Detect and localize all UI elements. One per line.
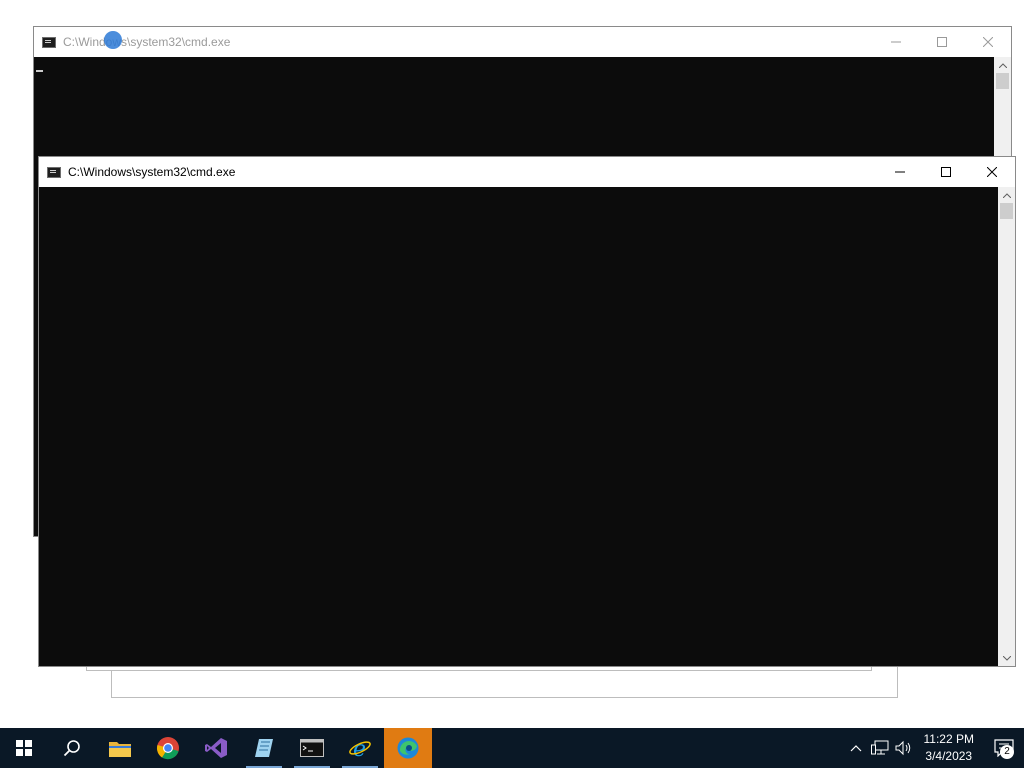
clock[interactable]: 11:22 PM 3/4/2023: [916, 731, 984, 765]
folder-icon: [109, 742, 131, 757]
chevron-down-icon: [1002, 655, 1011, 661]
cmd-icon: [300, 739, 324, 757]
window-title: C:\Windows\system32\cmd.exe: [68, 165, 236, 179]
minimize-button[interactable]: [877, 157, 923, 187]
taskbar: e 11:22 PM 3/4/2023 2: [0, 728, 1024, 768]
click-indicator: [104, 31, 122, 49]
window-title: C:\Windows\system32\cmd.exe: [63, 35, 231, 49]
text-cursor: [36, 70, 43, 72]
clock-date: 3/4/2023: [925, 749, 973, 763]
system-tray: 11:22 PM 3/4/2023 2: [844, 728, 1024, 768]
cmd-taskbar-button[interactable]: [288, 728, 336, 768]
windows-logo-icon: [16, 740, 32, 756]
file-explorer-button[interactable]: [96, 728, 144, 768]
edge-icon: [397, 737, 419, 759]
minimize-icon: [891, 41, 901, 43]
clock-time: 11:22 PM: [923, 732, 974, 746]
chrome-button[interactable]: [144, 728, 192, 768]
cmd-app-icon: [47, 166, 61, 178]
search-button[interactable]: [48, 728, 96, 768]
close-button[interactable]: [969, 157, 1015, 187]
minimize-button[interactable]: [873, 27, 919, 57]
ie-icon: e: [349, 737, 371, 760]
background-window-edge: [1011, 90, 1024, 130]
scroll-up-button[interactable]: [994, 57, 1011, 73]
notepad-icon: [255, 739, 273, 757]
cmd-app-icon: [42, 36, 56, 48]
action-center-button[interactable]: 2: [984, 728, 1024, 768]
scroll-down-button[interactable]: [998, 650, 1015, 666]
title-bar[interactable]: C:\Windows\system32\cmd.exe: [34, 27, 1011, 57]
minimize-icon: [895, 171, 905, 173]
maximize-button[interactable]: [919, 27, 965, 57]
network-button[interactable]: [868, 728, 892, 768]
start-button[interactable]: [0, 728, 48, 768]
scroll-thumb[interactable]: [996, 73, 1009, 89]
network-icon: [870, 740, 889, 755]
svg-text:e: e: [353, 737, 366, 760]
notepad-button[interactable]: [240, 728, 288, 768]
chevron-up-icon: [850, 745, 861, 752]
maximize-icon: [937, 37, 947, 47]
title-bar[interactable]: C:\Windows\system32\cmd.exe: [39, 157, 1015, 187]
chevron-up-icon: [1002, 192, 1011, 198]
internet-explorer-button[interactable]: e: [336, 728, 384, 768]
volume-button[interactable]: [892, 728, 916, 768]
close-icon: [987, 167, 997, 177]
scroll-up-button[interactable]: [998, 187, 1015, 203]
notification-count-badge: 2: [1000, 745, 1014, 759]
scroll-thumb[interactable]: [1000, 203, 1013, 219]
show-hidden-icons-button[interactable]: [844, 728, 868, 768]
visual-studio-button[interactable]: [192, 728, 240, 768]
speaker-icon: [895, 740, 910, 756]
close-icon: [983, 37, 993, 47]
console-area[interactable]: [39, 187, 998, 666]
cmd-window-foreground[interactable]: C:\Windows\system32\cmd.exe: [38, 156, 1016, 667]
chevron-up-icon: [998, 62, 1007, 68]
search-icon: [63, 740, 80, 757]
chrome-icon: [156, 737, 179, 760]
visual-studio-icon: [205, 738, 227, 758]
vertical-scrollbar[interactable]: [998, 187, 1015, 666]
edge-button[interactable]: [384, 728, 432, 768]
maximize-icon: [941, 167, 951, 177]
maximize-button[interactable]: [923, 157, 969, 187]
close-button[interactable]: [965, 27, 1011, 57]
